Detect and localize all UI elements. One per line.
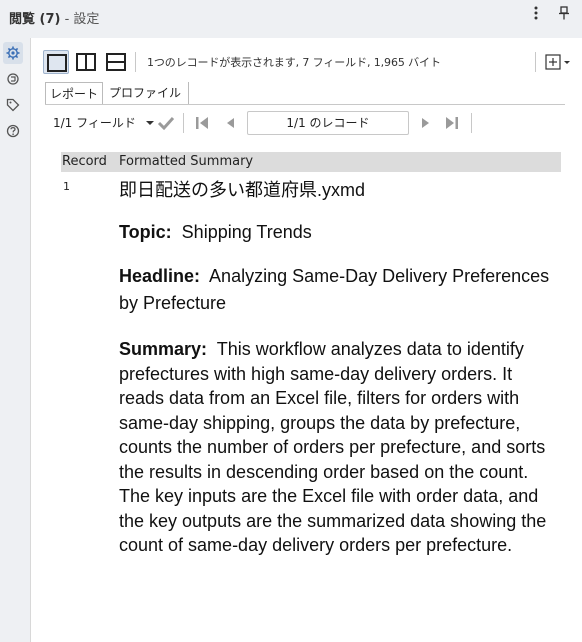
single-view-button[interactable] <box>43 50 69 74</box>
topic-value: Shipping Trends <box>181 222 312 242</box>
report-header-row: Record Formatted Summary <box>61 152 561 172</box>
split-vertical-button[interactable] <box>73 50 99 74</box>
record-number: 1 <box>63 180 70 193</box>
previous-icon <box>221 117 239 136</box>
next-icon <box>417 117 435 136</box>
last-record-button[interactable] <box>443 114 461 132</box>
first-record-icon <box>193 117 211 136</box>
toolbar-divider <box>135 52 136 72</box>
first-record-button[interactable] <box>193 114 211 132</box>
window-title-sub: - 設定 <box>64 12 100 27</box>
column-header-record: Record <box>62 154 107 169</box>
toolbar-divider <box>535 52 536 72</box>
apply-checkmark-button[interactable] <box>157 114 175 132</box>
summary-label: Summary: <box>119 339 208 359</box>
previous-record-button[interactable] <box>221 114 239 132</box>
rail-help-button[interactable] <box>3 120 23 142</box>
record-info-text: 1つのレコードが表示されます, 7 フィールド, 1,965 バイト <box>147 56 441 69</box>
last-record-icon <box>443 117 461 136</box>
summary-paragraph: Summary: This workflow analyzes data to … <box>119 337 561 558</box>
workflow-filename: 即日配送の多い都道府県.yxmd <box>119 180 366 200</box>
tab-underline <box>45 104 565 105</box>
table-options-dropdown[interactable] <box>541 51 577 73</box>
window-title-main: 閲覧 (7) <box>9 12 61 27</box>
results-window: 閲覧 (7) - 設定 1つのレコードが表示されます, 7 フィールド, 1,9… <box>0 0 582 642</box>
title-bar: 閲覧 (7) - 設定 <box>0 0 582 32</box>
tab-report[interactable]: レポート <box>45 82 103 104</box>
results-toolbar: 1つのレコードが表示されます, 7 フィールド, 1,965 バイト <box>31 48 582 76</box>
column-header-formatted-summary: Formatted Summary <box>119 154 254 169</box>
headline-paragraph: Headline: Analyzing Same-Day Delivery Pr… <box>119 263 561 317</box>
left-rail <box>0 32 26 642</box>
vertical-dots-icon[interactable] <box>527 6 545 26</box>
checkmark-icon <box>157 116 175 136</box>
nav-divider <box>183 113 184 133</box>
split-horizontal-button[interactable] <box>103 50 129 74</box>
table-options-icon <box>541 54 577 77</box>
results-panel: 1つのレコードが表示されます, 7 フィールド, 1,965 バイト レポート … <box>30 38 582 642</box>
record-position-field[interactable]: 1/1 のレコード <box>247 111 409 135</box>
summary-value: This workflow analyzes data to identify … <box>119 339 547 555</box>
next-record-button[interactable] <box>417 114 435 132</box>
rail-settings-button[interactable] <box>3 42 23 64</box>
topic-paragraph: Topic: Shipping Trends <box>119 221 561 243</box>
topic-label: Topic: <box>119 222 172 242</box>
rail-tag-button[interactable] <box>3 94 23 116</box>
formatted-summary-cell: 即日配送の多い都道府県.yxmd Topic: Shipping Trends … <box>119 179 561 578</box>
rail-refresh-button[interactable] <box>3 68 23 90</box>
record-navigation: 1/1 フィールド 1/1 のレコード <box>31 110 582 136</box>
nav-divider <box>471 113 472 133</box>
pin-icon[interactable] <box>555 6 573 26</box>
headline-label: Headline: <box>119 266 201 286</box>
fields-dropdown-label: 1/1 フィールド <box>53 116 136 130</box>
fields-dropdown[interactable]: 1/1 フィールド <box>53 114 154 131</box>
chevron-down-icon <box>145 116 154 130</box>
tab-profile[interactable]: プロファイル <box>105 82 189 104</box>
window-title: 閲覧 (7) - 設定 <box>9 8 99 27</box>
